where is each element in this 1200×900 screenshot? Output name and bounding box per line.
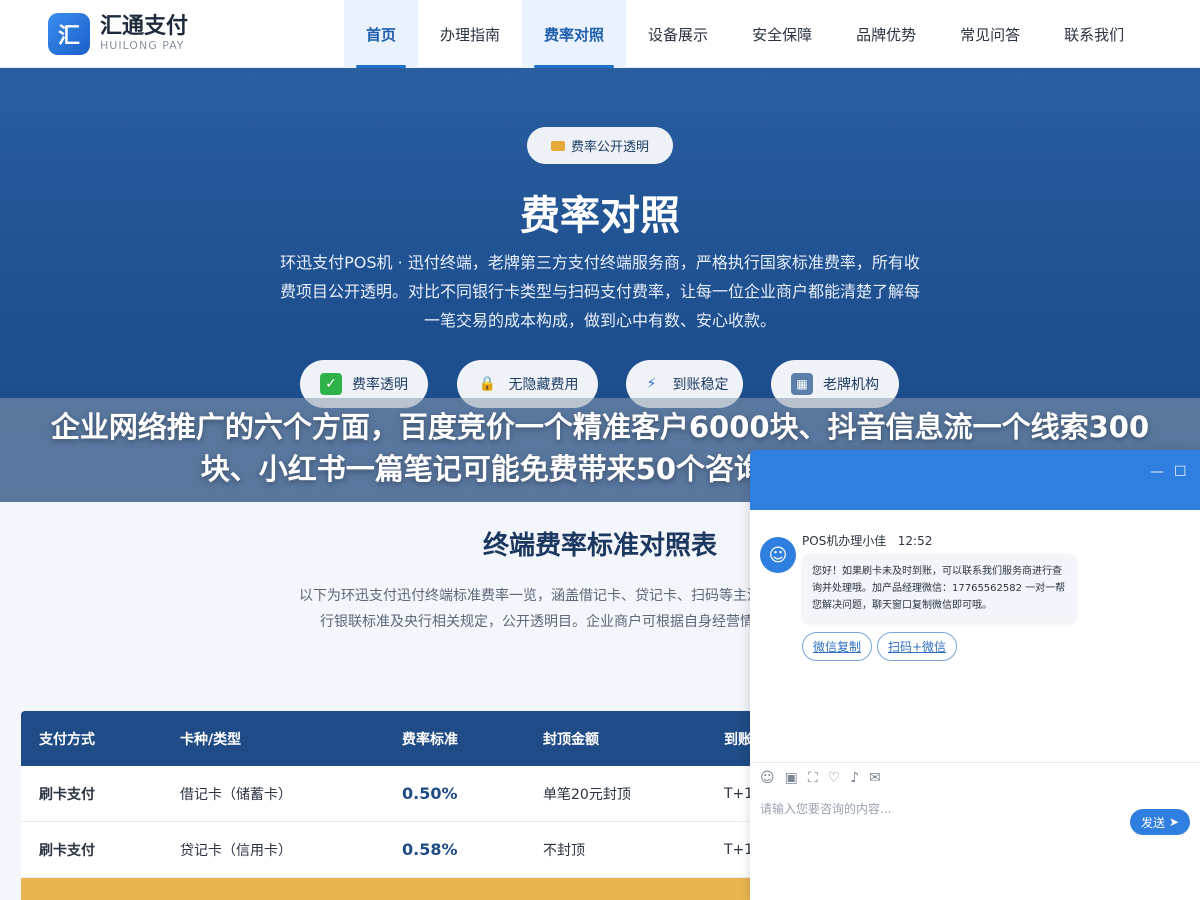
nav-brand[interactable]: 品牌优势	[834, 0, 938, 68]
agent-avatar-icon: ☺	[760, 537, 796, 573]
building-icon: ▦	[791, 373, 813, 395]
chat-toolbar: ☺ ▣ ⛶ ♡ ♪ ✉	[760, 770, 881, 786]
hero-title: 费率对照	[520, 193, 680, 239]
card-icon	[550, 140, 565, 151]
site-header: 汇 汇通支付 HUILONG PAY 首页 办理指南 费率对照 设备展示 安全保…	[0, 0, 1200, 68]
logo-mark-icon: 汇	[48, 13, 90, 55]
lock-icon: 🔒	[478, 376, 497, 392]
send-arrow-icon: ➤	[1168, 815, 1180, 829]
nav-contact[interactable]: 联系我们	[1042, 0, 1146, 68]
copy-wechat-button[interactable]: 微信复制	[802, 632, 872, 661]
screenshot-icon[interactable]: ⛶	[808, 770, 818, 786]
hero-description: 环迅支付POS机 · 迅付终端，老牌第三方支付终端服务商，严格执行国家标准费率，…	[279, 253, 920, 330]
table-cell-rate: 0.50%	[402, 784, 458, 803]
nav-devices[interactable]: 设备展示	[626, 0, 730, 68]
feature-pill-label: 无隐藏费用	[508, 377, 579, 393]
column-header: 到账	[724, 731, 752, 748]
nav-rates[interactable]: 费率对照	[522, 0, 627, 68]
send-button-label: 发送	[1140, 815, 1165, 830]
nav-guide[interactable]: 办理指南	[418, 0, 522, 68]
chat-header: — ☐	[750, 450, 1200, 510]
feature-pill-label: 费率透明	[352, 377, 408, 393]
column-header: 支付方式	[39, 731, 95, 748]
brand-name: 汇通支付	[100, 14, 189, 39]
brand-subtitle: HUILONG PAY	[100, 39, 185, 52]
image-icon[interactable]: ▣	[785, 770, 798, 786]
nav-security[interactable]: 安全保障	[730, 0, 834, 68]
feature-pill-label: 到账稳定	[672, 377, 729, 393]
nav-home[interactable]: 首页	[344, 0, 419, 68]
column-header: 费率标准	[402, 731, 458, 748]
table-cell-rate: 0.58%	[402, 840, 458, 859]
maximize-icon[interactable]: ☐	[1174, 464, 1187, 480]
send-button[interactable]: 发送 ➤	[1130, 809, 1190, 835]
table-cell: T+1	[724, 785, 754, 802]
agent-name: POS机办理小佳 12:52	[802, 534, 933, 548]
wechat-icon[interactable]: ✉	[869, 770, 881, 786]
table-cell: 贷记卡（信用卡）	[180, 842, 292, 859]
check-icon: ✓	[320, 373, 342, 395]
table-cell: 单笔20元封顶	[543, 786, 631, 803]
table-cell: T+1	[724, 841, 754, 858]
chat-divider	[750, 762, 1200, 763]
hero-badge-label: 费率公开透明	[570, 140, 649, 155]
table-cell: 借记卡（储蓄卡）	[180, 786, 292, 803]
table-cell: 刷卡支付	[39, 842, 95, 859]
column-header: 卡种/类型	[180, 731, 242, 748]
hero-badge: 费率公开透明	[527, 127, 673, 164]
emoji-icon[interactable]: ☺	[760, 770, 775, 786]
chat-message-input[interactable]: 请输入您要咨询的内容...	[760, 800, 1120, 817]
nav-faq[interactable]: 常见问答	[938, 0, 1042, 68]
rating-icon[interactable]: ♡	[828, 770, 841, 786]
minimize-icon[interactable]: —	[1150, 464, 1164, 480]
feature-pill-label: 老牌机构	[823, 377, 879, 393]
message-time: 12:52	[897, 534, 933, 548]
brand-logo[interactable]: 汇 汇通支付 HUILONG PAY	[48, 13, 188, 55]
voice-icon[interactable]: ♪	[850, 770, 859, 786]
agent-message: 您好！如果刷卡未及时到账，可以联系我们服务商进行查询并处理哦。加产品经理微信：1…	[802, 554, 1077, 623]
chat-window: — ☐ ☺ POS机办理小佳 12:52 您好！如果刷卡未及时到账，可以联系我们…	[750, 450, 1200, 900]
main-nav: 首页 办理指南 费率对照 设备展示 安全保障 品牌优势 常见问答 联系我们	[344, 0, 1146, 68]
table-cell: 刷卡支付	[39, 786, 95, 803]
scan-wechat-button[interactable]: 扫码+微信	[877, 632, 957, 661]
table-cell: 不封顶	[543, 842, 585, 859]
column-header: 封顶金额	[543, 731, 599, 748]
lightning-icon: ⚡	[646, 376, 657, 392]
